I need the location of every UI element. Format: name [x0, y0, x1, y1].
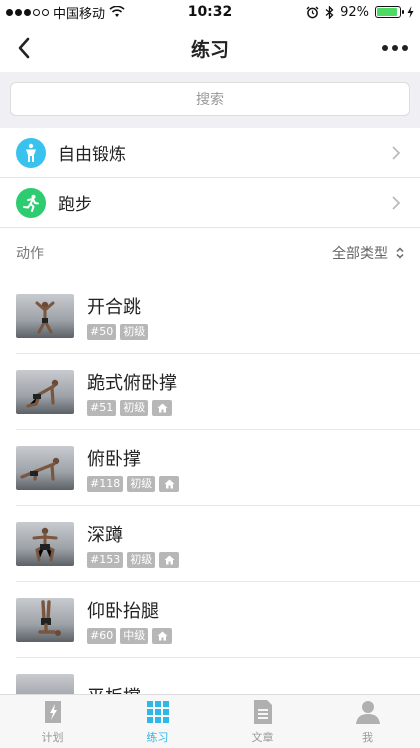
exercise-name: 平板撑	[87, 683, 141, 694]
exercise-info: 开合跳 #50 初级	[87, 293, 149, 340]
entry-icon-circle	[16, 187, 46, 218]
exercise-number-tag: #153	[87, 551, 124, 568]
home-workout-tag	[152, 627, 173, 644]
level-tag: 初级	[120, 323, 149, 340]
carrier-label: 中国移动	[53, 6, 106, 22]
entry-label: 自由锻炼	[58, 145, 126, 165]
nav-bar: 练习	[0, 24, 420, 72]
status-right: 92%	[306, 5, 414, 20]
section-title: 动作	[16, 246, 44, 262]
free-workout-entry[interactable]: 自由锻炼	[0, 128, 420, 178]
exercise-tags: #51 初级	[87, 399, 177, 416]
charging-icon	[407, 6, 414, 18]
exercise-info: 俯卧撑 #118 初级	[87, 445, 180, 492]
filter-label: 全部类型	[332, 246, 388, 262]
profile-icon	[355, 701, 380, 724]
more-button[interactable]	[382, 34, 408, 62]
more-dot-icon	[402, 45, 408, 51]
entry-label: 跑步	[58, 195, 92, 215]
exercise-thumbnail	[16, 598, 74, 642]
level-tag: 初级	[127, 551, 156, 568]
level-tag: 初级	[127, 475, 156, 492]
grid-icon	[146, 701, 169, 723]
exercise-number-tag: #51	[87, 399, 117, 416]
list-item[interactable]: 深蹲 #153 初级	[0, 506, 420, 582]
sort-icon	[396, 247, 404, 259]
tab-label: 计划	[41, 731, 64, 744]
exercise-list: 开合跳 #50 初级 跪式俯卧撑 #51 初级 俯卧撑 #118 初级 深蹲 #…	[0, 278, 420, 694]
exercise-name: 仰卧抬腿	[87, 600, 159, 622]
exercise-name: 开合跳	[87, 296, 141, 318]
list-item[interactable]: 跪式俯卧撑 #51 初级	[0, 354, 420, 430]
tab-practice[interactable]: 练习	[105, 695, 210, 748]
home-icon	[164, 555, 175, 564]
list-item[interactable]: 平板撑	[0, 658, 420, 694]
exercise-name: 跪式俯卧撑	[87, 372, 177, 394]
exercise-info: 深蹲 #153 初级	[87, 521, 180, 568]
tab-label: 练习	[146, 731, 169, 744]
more-dot-icon	[382, 45, 388, 51]
document-icon	[253, 700, 272, 724]
back-button[interactable]	[10, 34, 38, 62]
battery-percent: 92%	[340, 4, 369, 20]
exercise-name: 深蹲	[87, 524, 123, 546]
level-tag: 初级	[120, 399, 149, 416]
search-input[interactable]: 搜索	[10, 82, 410, 116]
exercise-tags: #153 初级	[87, 551, 180, 568]
exercise-thumbnail	[16, 370, 74, 414]
tab-label: 文章	[251, 731, 274, 744]
exercise-tags: #50 初级	[87, 323, 149, 340]
tab-label: 我	[362, 731, 373, 744]
status-bar: 中国移动 10:32 92%	[0, 0, 420, 24]
battery-fill	[377, 8, 398, 16]
home-workout-tag	[159, 475, 180, 492]
entry-icon-circle	[16, 137, 46, 168]
level-tag: 中级	[120, 627, 149, 644]
alarm-icon	[306, 6, 319, 18]
chevron-right-icon	[392, 195, 401, 210]
chevron-right-icon	[392, 145, 401, 160]
list-item[interactable]: 仰卧抬腿 #60 中级	[0, 582, 420, 658]
wifi-icon	[109, 6, 125, 17]
exercise-number-tag: #60	[87, 627, 117, 644]
person-standing-icon	[26, 143, 36, 162]
home-icon	[164, 479, 175, 488]
running-icon	[23, 194, 39, 212]
battery-icon	[375, 6, 404, 18]
exercise-thumbnail	[16, 522, 74, 566]
exercise-number-tag: #50	[87, 323, 117, 340]
tab-me[interactable]: 我	[315, 695, 420, 748]
exercise-tags: #60 中级	[87, 627, 173, 644]
exercise-thumbnail	[16, 674, 74, 694]
page-title: 练习	[190, 38, 229, 61]
plan-icon	[44, 701, 61, 723]
exercise-thumbnail	[16, 294, 74, 338]
exercise-info: 仰卧抬腿 #60 中级	[87, 597, 173, 644]
section-header: 动作 全部类型	[0, 228, 420, 278]
exercise-info: 跪式俯卧撑 #51 初级	[87, 369, 177, 416]
chevron-left-icon	[18, 37, 30, 59]
home-workout-tag	[159, 551, 180, 568]
tab-plan[interactable]: 计划	[0, 695, 105, 748]
exercise-name: 俯卧撑	[87, 448, 141, 470]
running-entry[interactable]: 跑步	[0, 178, 420, 228]
home-icon	[157, 403, 168, 412]
tab-articles[interactable]: 文章	[210, 695, 315, 748]
signal-icon	[6, 8, 49, 16]
exercise-thumbnail	[16, 446, 74, 490]
bluetooth-icon	[325, 5, 334, 19]
exercise-info: 平板撑	[87, 683, 141, 694]
home-workout-tag	[152, 399, 173, 416]
exercise-tags: #118 初级	[87, 475, 180, 492]
type-filter-button[interactable]: 全部类型	[332, 243, 404, 263]
list-item[interactable]: 开合跳 #50 初级	[0, 278, 420, 354]
more-dot-icon	[392, 45, 398, 51]
exercise-number-tag: #118	[87, 475, 124, 492]
status-left: 中国移动	[6, 3, 125, 22]
home-icon	[157, 631, 168, 640]
search-section: 搜索	[0, 72, 420, 128]
list-item[interactable]: 俯卧撑 #118 初级	[0, 430, 420, 506]
tab-bar: 计划 练习 文章 我	[0, 694, 420, 748]
